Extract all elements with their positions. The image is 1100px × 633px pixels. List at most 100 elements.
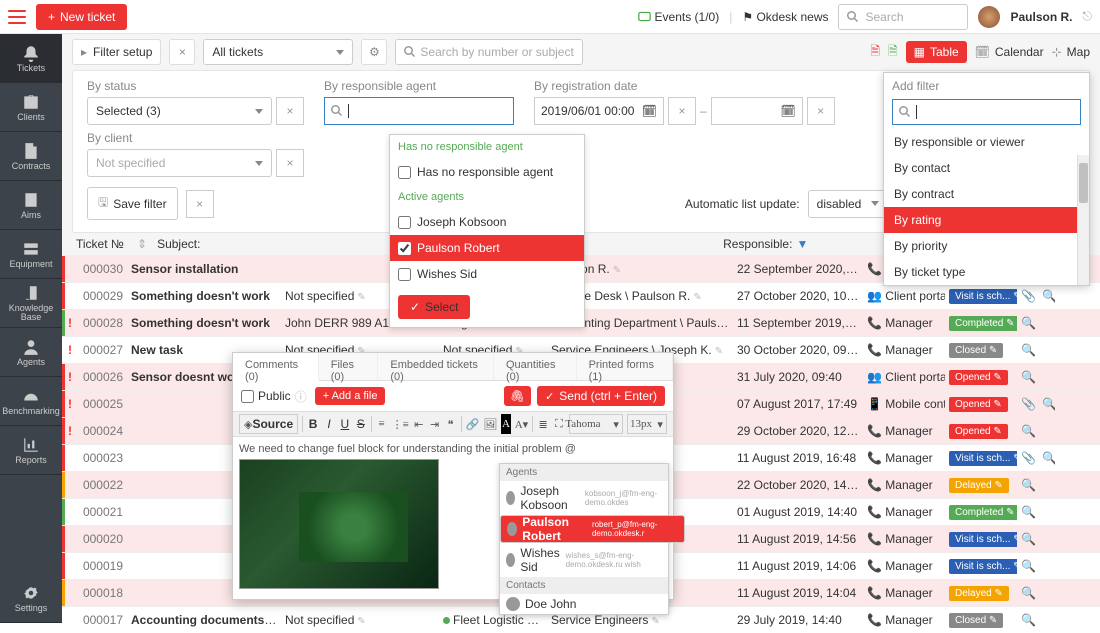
news-link[interactable]: ⚑ Okdesk news xyxy=(742,10,828,24)
comment-editor: Comments (0)Files (0)Embedded tickets (0… xyxy=(232,352,674,600)
tool-ol[interactable]: ≡ xyxy=(376,414,388,434)
date-from-clear[interactable]: × xyxy=(668,97,696,125)
auto-update-label: Automatic list update: xyxy=(685,197,800,211)
nav-clients[interactable]: Clients xyxy=(0,83,62,132)
avatar[interactable] xyxy=(978,6,1000,28)
save-filter-button[interactable]: 🖫 Save filter xyxy=(87,187,178,220)
filter-date-from[interactable]: 2019/06/01 00:00🗓 xyxy=(534,97,664,125)
add-filter-opt[interactable]: By contact xyxy=(884,155,1089,181)
tool-source[interactable]: ◈ Source xyxy=(239,414,298,434)
tool-expand[interactable]: ⛶ xyxy=(553,414,565,434)
filter-status-label: By status xyxy=(87,79,304,93)
attachments-icon[interactable]: 🖇 xyxy=(504,386,531,406)
nav-settings[interactable]: Settings xyxy=(0,574,62,623)
search-tickets[interactable]: Search by number or subject xyxy=(395,39,582,65)
public-checkbox[interactable]: Public ⓘ xyxy=(241,388,307,405)
add-filter-popup: Add filter By responsible or viewerBy co… xyxy=(883,72,1090,286)
gear-button[interactable]: ⚙ xyxy=(361,39,387,65)
username[interactable]: Paulson R. xyxy=(1010,10,1072,24)
nav-agents[interactable]: Agents xyxy=(0,328,62,377)
sidebar: TicketsClientsContractsAimsEquipmentKnow… xyxy=(0,34,62,623)
view-map[interactable]: ⊹ Map xyxy=(1052,45,1090,59)
nav-tickets[interactable]: Tickets xyxy=(0,34,62,83)
add-file-button[interactable]: + Add a file xyxy=(315,387,386,405)
filter-status-remove[interactable]: × xyxy=(276,97,304,125)
auto-update-select[interactable]: disabled xyxy=(808,190,888,218)
editor-tab[interactable]: Files (0) xyxy=(319,353,379,380)
add-filter-options: By responsible or viewerBy contactBy con… xyxy=(884,129,1089,285)
editor-tab[interactable]: Embedded tickets (0) xyxy=(378,353,494,380)
nav-knowledge-base[interactable]: Knowledge Base xyxy=(0,279,62,328)
editor-tab[interactable]: Printed forms (1) xyxy=(577,353,673,380)
filter-regdate-label: By registration date xyxy=(534,79,835,93)
nav-contracts[interactable]: Contracts xyxy=(0,132,62,181)
add-filter-opt[interactable]: By ticket type xyxy=(884,259,1089,285)
tool-link[interactable]: 🔗 xyxy=(466,414,480,434)
agent-opt-3[interactable]: Wishes Sid xyxy=(390,261,584,287)
editor-tab[interactable]: Quantities (0) xyxy=(494,353,577,380)
mention-agent-3[interactable]: Wishes Sid wishes_s@fm-eng-demo.okdesk.r… xyxy=(500,543,668,577)
tool-align[interactable]: ≣ xyxy=(537,414,549,434)
mention-popup: Agents Joseph Kobsoon kobsoon_j@fm-eng-d… xyxy=(499,463,669,615)
filter-setup-chip[interactable]: ▸ Filter setup xyxy=(72,39,161,65)
nav-benchmarking[interactable]: Benchmarking xyxy=(0,377,62,426)
view-table[interactable]: ▦ Table xyxy=(906,41,967,63)
mention-agent-2[interactable]: Paulson Robert robert_p@fm-eng-demo.okde… xyxy=(500,515,685,543)
export-xls-icon[interactable]: 🗎 xyxy=(888,42,898,63)
agent-opt-1[interactable]: Joseph Kobsoon xyxy=(390,209,584,235)
tool-outdent[interactable]: ⇤ xyxy=(413,414,425,434)
nav-equipment[interactable]: Equipment xyxy=(0,230,62,279)
add-filter-opt[interactable]: By responsible or viewer xyxy=(884,129,1089,155)
add-filter-opt[interactable]: By priority xyxy=(884,233,1089,259)
tool-ul[interactable]: ⋮≡ xyxy=(392,414,409,434)
tool-size[interactable]: 13px▾ xyxy=(627,414,667,434)
tool-image[interactable]: 🖼 xyxy=(483,414,497,434)
date-to-clear[interactable]: × xyxy=(807,97,835,125)
filter-date-to[interactable]: 🗓 xyxy=(711,97,803,125)
add-filter-opt[interactable]: By rating xyxy=(884,207,1089,233)
filter-agent-input[interactable] xyxy=(324,97,514,125)
nav-reports[interactable]: Reports xyxy=(0,426,62,475)
filter-client-remove[interactable]: × xyxy=(276,149,304,177)
filter-status-select[interactable]: Selected (3) xyxy=(87,97,272,125)
add-filter-opt[interactable]: By contract xyxy=(884,181,1089,207)
filter-close[interactable]: × xyxy=(169,39,195,65)
col-num[interactable]: Ticket № xyxy=(72,237,137,251)
editor-tab[interactable]: Comments (0) xyxy=(233,353,319,381)
tool-strike[interactable]: S xyxy=(355,414,367,434)
add-filter-search[interactable] xyxy=(892,99,1081,125)
add-filter-scrollbar[interactable] xyxy=(1077,155,1089,285)
agent-popup: Has no responsible agent Has no responsi… xyxy=(389,134,585,328)
tool-italic[interactable]: I xyxy=(323,414,335,434)
hamburger-menu[interactable] xyxy=(8,10,26,24)
filter-client-label: By client xyxy=(87,131,304,145)
tool-bold[interactable]: B xyxy=(307,414,319,434)
col-subject[interactable]: Subject: xyxy=(153,237,301,251)
agent-opt-none[interactable]: Has no responsible agent xyxy=(390,159,584,185)
mention-contact-1[interactable]: Doe John xyxy=(500,594,668,614)
send-button[interactable]: ✓ Send (ctrl + Enter) xyxy=(537,386,665,406)
tickets-dropdown[interactable]: All tickets xyxy=(203,39,353,65)
tool-underline[interactable]: U xyxy=(339,414,351,434)
nav-aims[interactable]: Aims xyxy=(0,181,62,230)
col-responsible[interactable]: Responsible: xyxy=(719,237,796,251)
attached-image xyxy=(239,459,439,589)
tool-bg[interactable]: A▾ xyxy=(515,414,528,434)
export-pdf-icon[interactable]: 🗎 xyxy=(870,42,880,63)
tool-quote[interactable]: ❝ xyxy=(445,414,457,434)
global-search[interactable]: Search xyxy=(838,4,968,30)
view-calendar[interactable]: 🗓 Calendar xyxy=(975,45,1044,59)
tool-indent[interactable]: ⇥ xyxy=(429,414,441,434)
mention-agent-1[interactable]: Joseph Kobsoon kobsoon_j@fm-eng-demo.okd… xyxy=(500,481,668,515)
filter-agent-label: By responsible agent xyxy=(324,79,514,93)
events-link[interactable]: Events (1/0) xyxy=(638,10,720,24)
agent-select-button[interactable]: ✓ Select xyxy=(398,295,470,319)
agent-opt-2[interactable]: Paulson Robert xyxy=(390,235,584,261)
new-ticket-button[interactable]: +New ticket xyxy=(36,4,127,30)
editor-text[interactable]: We need to change fuel block for underst… xyxy=(239,443,667,455)
tool-font[interactable]: Tahoma▾ xyxy=(569,414,623,434)
tool-color[interactable]: A xyxy=(501,414,511,434)
logout-icon[interactable]: ⎋ xyxy=(1083,9,1093,24)
filter-client-select[interactable]: Not specified xyxy=(87,149,272,177)
reset-filters[interactable]: × xyxy=(186,190,214,218)
